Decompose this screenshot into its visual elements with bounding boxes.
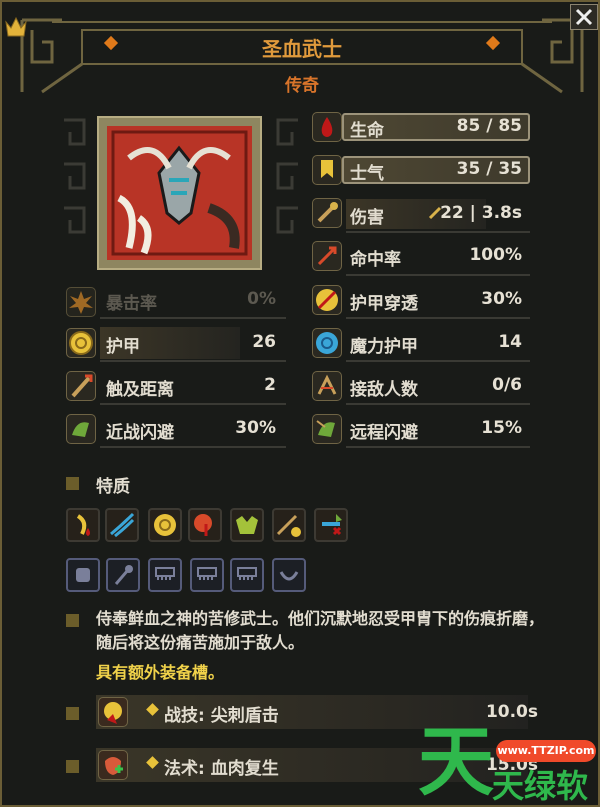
section-marker [66, 477, 79, 490]
engage-icon [312, 371, 342, 401]
unit-name: 圣血武士 [262, 37, 342, 61]
divider [346, 317, 530, 319]
morale-banner-icon [312, 155, 342, 185]
stat-label-morale: 士气 [350, 164, 384, 184]
watermark-logo: 天 [418, 717, 494, 806]
close-button[interactable] [570, 4, 598, 30]
divider [100, 317, 286, 319]
divider [346, 360, 530, 362]
ability-label-2: 法术: 血肉复生 [164, 759, 279, 779]
divider [100, 403, 286, 405]
stat-value-accuracy: 100% [469, 245, 522, 265]
banner-icon[interactable] [190, 558, 224, 592]
unit-info-panel: 圣血武士 传奇 暴击率 0% 护甲 26 触及距离 2 近战闪避 30% 生命 … [0, 0, 600, 807]
extra-slot-note: 具有额外装备槽。 [96, 663, 225, 682]
melee-dodge-icon [66, 414, 96, 444]
stat-value-morale: 35 / 35 [456, 159, 522, 179]
traits-title: 特质 [96, 477, 130, 497]
blood-knight-portrait-icon [107, 126, 252, 260]
ranged-icon[interactable] [272, 508, 306, 542]
stat-value-engage: 0/6 [492, 375, 522, 395]
watermark-site: www.TTZIP.com [496, 740, 596, 762]
unit-portrait [97, 116, 262, 270]
stat-label-armor: 护甲 [106, 337, 140, 357]
reach-icon [66, 371, 96, 401]
banner-icon[interactable] [148, 558, 182, 592]
stat-value-reach: 2 [264, 375, 276, 395]
blood-drop-icon [312, 112, 342, 142]
pierce-icon[interactable] [188, 508, 222, 542]
watermark-text: 天绿软 [492, 767, 589, 805]
divider [100, 360, 286, 362]
stat-label-reach: 触及距离 [106, 380, 174, 400]
ability-checkbox[interactable] [66, 707, 79, 720]
spike-shield-icon [98, 697, 128, 727]
armor-icon [66, 328, 96, 358]
stat-value-armor-pierce: 30% [481, 289, 522, 309]
stat-value-ranged-dodge: 15% [481, 418, 522, 438]
banner-icon[interactable] [230, 558, 264, 592]
unit-description: 侍奉鲜血之神的苦修武士。他们沉默地忍受甲胄下的伤痕折磨，随后将这份痛苦施加于敌人… [96, 609, 545, 652]
stat-value-health: 85 / 85 [456, 116, 522, 136]
stat-value-armor: 26 [252, 332, 276, 352]
divider [346, 274, 530, 276]
damage-icon [312, 198, 342, 228]
crit-icon [66, 287, 96, 317]
stat-value-damage: 22 | 3.8s [440, 203, 522, 223]
strength-icon[interactable] [230, 508, 264, 542]
divider [346, 231, 530, 233]
flag-icon[interactable] [314, 508, 348, 542]
claw-icon[interactable] [105, 508, 139, 542]
unit-rarity: 传奇 [285, 76, 319, 96]
stat-label-damage: 伤害 [350, 208, 384, 228]
ranged-dodge-icon [312, 414, 342, 444]
accuracy-icon [312, 241, 342, 271]
ability-label-1: 战技: 尖刺盾击 [164, 706, 279, 726]
bleed-icon[interactable] [66, 508, 100, 542]
stat-value-melee-dodge: 30% [235, 418, 276, 438]
stat-value-crit: 0% [247, 289, 276, 309]
close-icon [575, 8, 593, 26]
stat-label-crit: 暴击率 [106, 294, 157, 314]
stat-label-accuracy: 命中率 [350, 250, 401, 270]
crescent-icon[interactable] [272, 558, 306, 592]
stat-label-melee-dodge: 近战闪避 [106, 423, 174, 443]
divider [346, 446, 530, 448]
stat-label-health: 生命 [350, 121, 384, 141]
stat-value-magic-armor: 14 [498, 332, 522, 352]
armor-pierce-icon [312, 285, 342, 315]
divider [100, 446, 286, 448]
divider [346, 403, 530, 405]
section-marker [66, 614, 79, 627]
mace-icon[interactable] [106, 558, 140, 592]
flesh-regen-icon [98, 750, 128, 780]
magic-armor-icon [312, 328, 342, 358]
armor-icon[interactable] [148, 508, 182, 542]
ability-checkbox[interactable] [66, 760, 79, 773]
slot-empty-icon[interactable] [66, 558, 100, 592]
